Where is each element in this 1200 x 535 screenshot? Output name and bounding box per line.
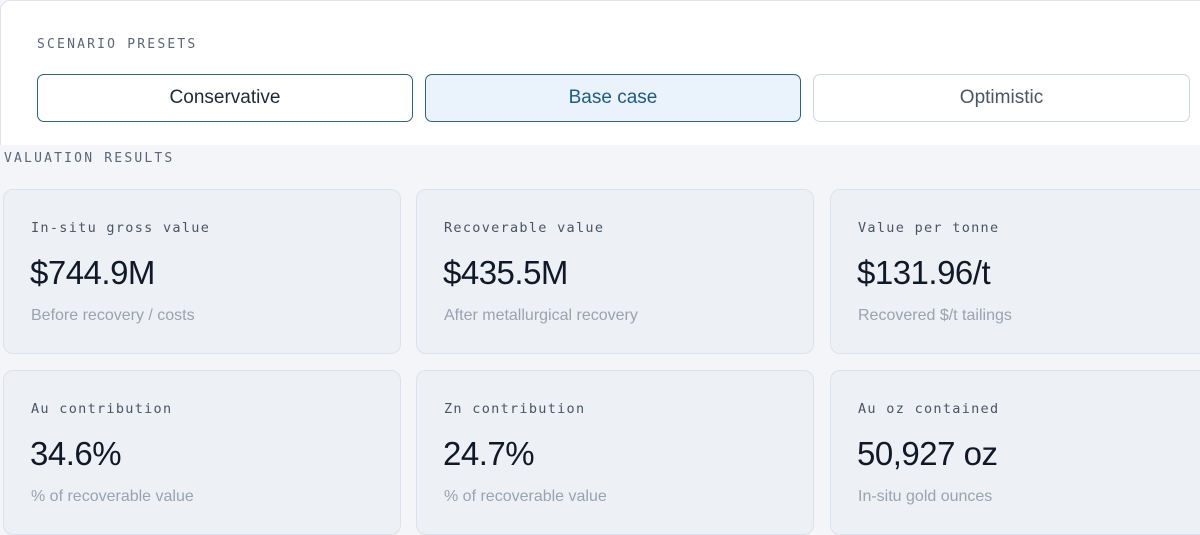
- metric-title: Au contribution: [31, 401, 173, 417]
- metric-title: Au oz contained: [858, 401, 1000, 417]
- metric-caption: Before recovery / costs: [31, 307, 195, 324]
- metric-title: In-situ gross value: [31, 220, 211, 236]
- metric-title: Recoverable value: [444, 220, 605, 236]
- metric-value: $435.5M: [443, 254, 568, 291]
- preset-conservative-button[interactable]: Conservative: [37, 74, 413, 122]
- valuation-results-label: VALUATION RESULTS: [4, 151, 175, 166]
- preset-base-case-button[interactable]: Base case: [425, 74, 801, 122]
- metric-card-in-situ-gross-value: In-situ gross value $744.9M Before recov…: [3, 189, 401, 354]
- metric-caption: % of recoverable value: [31, 488, 194, 505]
- metric-value: $744.9M: [30, 254, 155, 291]
- metric-card-recoverable-value: Recoverable value $435.5M After metallur…: [416, 189, 814, 354]
- preset-optimistic-button[interactable]: Optimistic: [813, 74, 1190, 122]
- metric-caption: % of recoverable value: [444, 488, 607, 505]
- metric-caption: In-situ gold ounces: [858, 488, 993, 505]
- metric-card-au-contribution: Au contribution 34.6% % of recoverable v…: [3, 370, 401, 535]
- metric-caption: Recovered $/t tailings: [858, 307, 1012, 324]
- metric-card-value-per-tonne: Value per tonne $131.96/t Recovered $/t …: [830, 189, 1200, 354]
- scenario-presets-panel: SCENARIO PRESETS Conservative Base case …: [0, 0, 1200, 145]
- metric-value: $131.96/t: [857, 254, 991, 291]
- metric-value: 34.6%: [30, 435, 122, 472]
- metric-card-au-oz-contained: Au oz contained 50,927 oz In-situ gold o…: [830, 370, 1200, 535]
- metric-value: 50,927 oz: [857, 435, 998, 472]
- metric-card-zn-contribution: Zn contribution 24.7% % of recoverable v…: [416, 370, 814, 535]
- metric-caption: After metallurgical recovery: [444, 307, 638, 324]
- scenario-presets-label: SCENARIO PRESETS: [37, 37, 198, 52]
- metric-title: Value per tonne: [858, 220, 1000, 236]
- metric-value: 24.7%: [443, 435, 535, 472]
- metric-title: Zn contribution: [444, 401, 586, 417]
